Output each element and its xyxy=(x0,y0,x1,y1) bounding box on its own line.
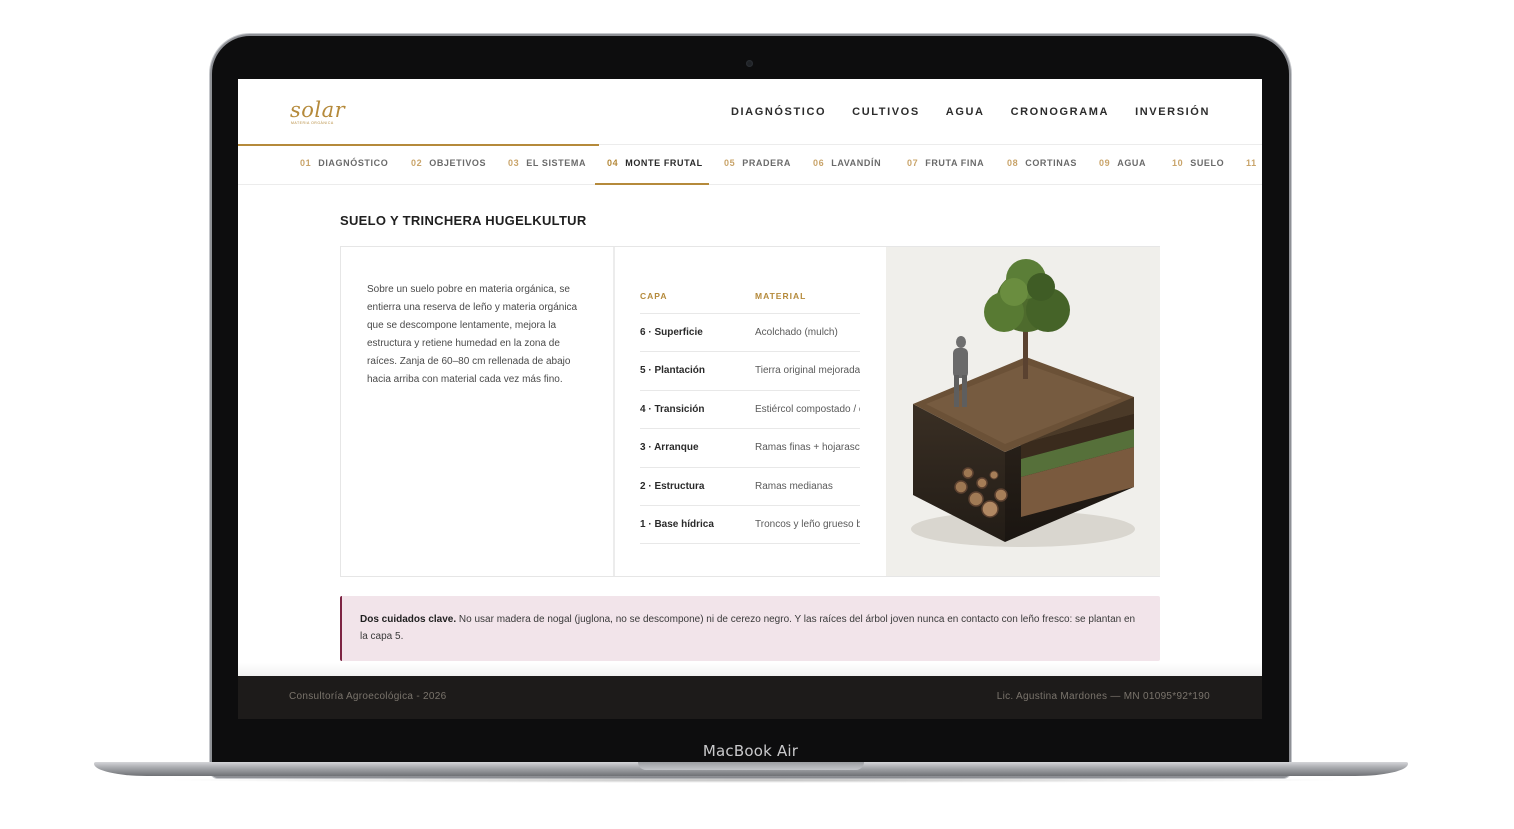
table-header: CAPA MATERIAL xyxy=(640,275,860,314)
callout-note: Dos cuidados clave. No usar madera de no… xyxy=(340,596,1160,661)
note-text: No usar madera de nogal (juglona, no se … xyxy=(360,614,1136,642)
card-divider xyxy=(613,247,615,576)
tab-monte-frutal[interactable]: 04 MONTE FRUTAL xyxy=(607,158,703,168)
tab-objetivos[interactable]: 02 OBJETIVOS xyxy=(411,158,486,168)
logo-text: solar xyxy=(290,98,346,122)
header-capa: CAPA xyxy=(640,291,668,301)
nav-inversion[interactable]: INVERSIÓN xyxy=(1135,106,1210,118)
section-tabs: 01 DIAGNÓSTICO 02 OBJETIVOS 03 EL SISTEMA 0… xyxy=(238,146,1262,185)
nav-cultivos[interactable]: CULTIVOS xyxy=(852,106,920,118)
laptop-shadow xyxy=(160,777,1350,783)
screen: solar MATERIA ORGÁNICA DIAGNÓSTICO CULTI… xyxy=(238,79,1262,719)
active-tab-indicator xyxy=(595,183,709,185)
soil-cross-section-illustration xyxy=(886,247,1160,576)
table-row: 2 · Estructura Ramas medianas xyxy=(640,468,860,506)
footer-fade xyxy=(238,663,1262,677)
footer-left: Consultoría Agroecológica - 2026 xyxy=(289,691,447,702)
tab-pradera[interactable]: 05 PRADERA xyxy=(724,158,791,168)
footer: Consultoría Agroecológica - 2026 Lic. Ag… xyxy=(238,676,1262,719)
table-row: 3 · Arranque Ramas finas + hojarasca xyxy=(640,429,860,468)
table-row: 4 · Transición Estiércol compostado / c xyxy=(640,391,860,430)
logo-subtext: MATERIA ORGÁNICA xyxy=(291,121,334,125)
table-row: 6 · Superficie Acolchado (mulch) xyxy=(640,314,860,353)
tab-diagnostico[interactable]: 01 DIAGNÓSTICO xyxy=(300,158,388,168)
nav-agua[interactable]: AGUA xyxy=(946,106,985,118)
tab-suelo[interactable]: 10 SUELO xyxy=(1172,158,1224,168)
divider xyxy=(599,144,1262,145)
content-card: Sobre un suelo pobre en materia orgánica… xyxy=(340,246,1160,577)
tab-cortinas[interactable]: 08 CORTINAS xyxy=(1007,158,1077,168)
layers-table: CAPA MATERIAL 6 · Superficie Acolchado (m… xyxy=(640,275,860,545)
tab-el-sistema[interactable]: 03 EL SISTEMA xyxy=(508,158,586,168)
table-row: 1 · Base hídrica Troncos y leño grueso b xyxy=(640,506,860,545)
tab-lavandin[interactable]: 06 LAVANDÍN xyxy=(813,158,881,168)
intro-panel: Sobre un suelo pobre en materia orgánica… xyxy=(341,247,613,576)
tab-fruta-fina[interactable]: 07 FRUTA FINA xyxy=(907,158,984,168)
logo[interactable]: solar MATERIA ORGÁNICA xyxy=(290,99,350,129)
tab-11[interactable]: 11 xyxy=(1246,158,1262,168)
section-title: SUELO Y TRINCHERA HUGELKULTUR xyxy=(340,213,587,228)
main-nav: DIAGNÓSTICO CULTIVOS AGUA CRONOGRAMA INV… xyxy=(731,106,1210,118)
header-material: MATERIAL xyxy=(755,291,807,301)
top-bar: solar MATERIA ORGÁNICA DIAGNÓSTICO CULTI… xyxy=(238,79,1262,146)
table-row: 5 · Plantación Tierra original mejorada xyxy=(640,352,860,391)
tab-agua[interactable]: 09 AGUA xyxy=(1099,158,1146,168)
note-bold: Dos cuidados clave. xyxy=(360,614,457,625)
intro-text: Sobre un suelo pobre en materia orgánica… xyxy=(367,284,578,385)
camera-icon xyxy=(746,60,753,67)
nav-cronograma[interactable]: CRONOGRAMA xyxy=(1011,106,1110,118)
nav-diagnostico[interactable]: DIAGNÓSTICO xyxy=(731,106,826,118)
device-label: MacBook Air xyxy=(702,742,799,760)
footer-right: Lic. Agustina Mardones — MN 01095*92*190 xyxy=(996,691,1210,702)
laptop-notch xyxy=(638,762,864,770)
